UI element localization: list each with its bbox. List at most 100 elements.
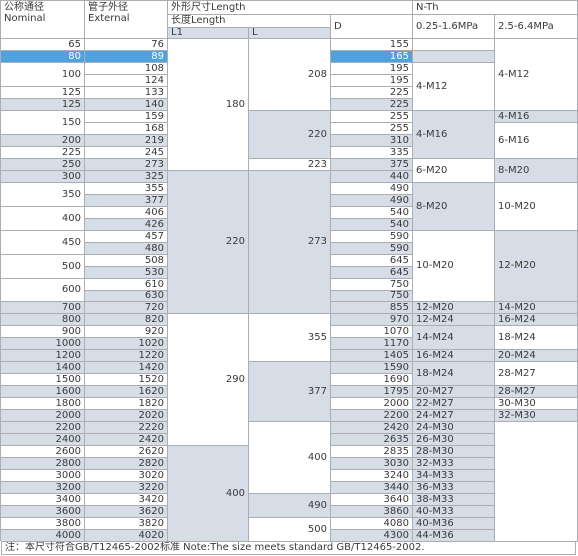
d-cell: 1405	[331, 350, 413, 362]
nominal-merged-cell: 100	[1, 63, 85, 87]
d-cell: 750	[331, 291, 413, 302]
nth-low-cell: 40-M36	[413, 518, 495, 530]
d-cell: 490	[331, 195, 413, 207]
nominal-cell: 3000	[1, 470, 85, 482]
nominal-cell: 300	[1, 171, 85, 183]
external-cell: 1220	[85, 350, 168, 362]
external-cell: 820	[85, 314, 168, 326]
external-cell: 140	[85, 99, 168, 111]
header-l1: L1	[168, 28, 249, 39]
nth-high-cell: 4-M16	[495, 111, 578, 123]
d-cell: 970	[331, 314, 413, 326]
external-cell: 133	[85, 87, 168, 99]
d-cell: 750	[331, 279, 413, 291]
d-cell: 590	[331, 231, 413, 243]
nth-low-cell: 22-M27	[413, 398, 495, 410]
nominal-cell: 2400	[1, 434, 85, 446]
nominal-cell: 80	[1, 51, 85, 63]
nth-high-cell	[495, 422, 578, 542]
nth-high-cell: 28-M27	[495, 386, 578, 398]
nth-low-cell: 32-M33	[413, 458, 495, 470]
header-external-en: External	[88, 13, 130, 24]
nth-low-cell: 16-M24	[413, 350, 495, 362]
external-cell: 245	[85, 147, 168, 159]
nth-low-cell: 24-M27	[413, 410, 495, 422]
nominal-cell: 125	[1, 87, 85, 99]
nominal-cell: 65	[1, 39, 85, 51]
nominal-cell: 3600	[1, 506, 85, 518]
header-pressure-high: 2.5-6.4MPa	[495, 15, 578, 39]
external-cell: 406	[85, 207, 168, 219]
external-cell: 508	[85, 255, 168, 267]
external-cell: 610	[85, 279, 168, 291]
nth-low-cell: 10-M20	[413, 231, 495, 302]
l1-cell: 220	[168, 171, 249, 314]
l-cell: 500	[249, 518, 331, 542]
external-cell: 89	[85, 51, 168, 63]
flange-dimension-table: 公称通径 Nominal 管子外径 External 外形尺寸Length 长度…	[0, 0, 578, 542]
nominal-cell: 200	[1, 135, 85, 147]
nth-low-cell: 24-M30	[413, 422, 495, 434]
nominal-merged-cell: 150	[1, 111, 85, 135]
nominal-cell: 3200	[1, 482, 85, 494]
nth-low-cell: 14-M24	[413, 326, 495, 350]
nth-high-cell: 6-M16	[495, 123, 578, 159]
d-cell: 225	[331, 87, 413, 99]
d-cell: 4080	[331, 518, 413, 530]
nominal-merged-cell: 450	[1, 231, 85, 255]
nominal-cell: 2600	[1, 446, 85, 458]
nominal-merged-cell: 400	[1, 207, 85, 231]
l-cell: 355	[249, 314, 331, 362]
external-cell: 219	[85, 135, 168, 147]
nth-low-cell	[413, 51, 495, 63]
nth-high-cell: 4-M12	[495, 39, 578, 111]
nth-low-cell: 20-M27	[413, 386, 495, 398]
nth-high-cell: 12-M20	[495, 231, 578, 302]
external-cell: 1620	[85, 386, 168, 398]
nth-high-cell: 16-M24	[495, 314, 578, 326]
d-cell: 255	[331, 123, 413, 135]
nominal-cell: 2000	[1, 410, 85, 422]
footnote: 注：本尺寸符合GB/T12465-2002标准 Note:The size me…	[1, 541, 576, 555]
external-cell: 480	[85, 243, 168, 255]
header-length: 长度Length	[168, 15, 331, 28]
d-cell: 2420	[331, 422, 413, 434]
d-cell: 165	[331, 51, 413, 63]
nth-low-cell: 28-M30	[413, 446, 495, 458]
external-cell: 720	[85, 302, 168, 314]
external-cell: 377	[85, 195, 168, 207]
nth-low-cell: 36-M33	[413, 482, 495, 494]
nth-high-cell: 10-M20	[495, 183, 578, 231]
nominal-cell: 2200	[1, 422, 85, 434]
nth-high-cell: 30-M30	[495, 398, 578, 410]
l-cell: 490	[249, 494, 331, 518]
nominal-cell: 2800	[1, 458, 85, 470]
external-cell: 355	[85, 183, 168, 195]
external-cell: 325	[85, 171, 168, 183]
external-cell: 3620	[85, 506, 168, 518]
d-cell: 1170	[331, 338, 413, 350]
external-cell: 2820	[85, 458, 168, 470]
d-cell: 255	[331, 111, 413, 123]
d-cell: 1070	[331, 326, 413, 338]
d-cell: 3860	[331, 506, 413, 518]
l-cell: 223	[249, 159, 331, 171]
nominal-cell: 900	[1, 326, 85, 338]
nth-high-cell: 20-M24	[495, 350, 578, 362]
nth-low-cell: 40-M33	[413, 506, 495, 518]
nth-high-cell: 14-M20	[495, 302, 578, 314]
header-dims: 外形尺寸Length	[168, 1, 413, 15]
d-cell: 645	[331, 255, 413, 267]
nth-low-cell: 18-M24	[413, 362, 495, 386]
l1-cell: 400	[168, 446, 249, 542]
d-cell: 440	[331, 171, 413, 183]
header-d: D	[331, 15, 413, 39]
header-pressure-low: 0.25-1.6MPa	[413, 15, 495, 39]
nth-high-cell: 18-M24	[495, 326, 578, 350]
nominal-cell: 225	[1, 147, 85, 159]
external-cell: 3420	[85, 494, 168, 506]
nominal-cell: 250	[1, 159, 85, 171]
external-cell: 530	[85, 267, 168, 279]
d-cell: 2835	[331, 446, 413, 458]
nominal-cell: 1800	[1, 398, 85, 410]
